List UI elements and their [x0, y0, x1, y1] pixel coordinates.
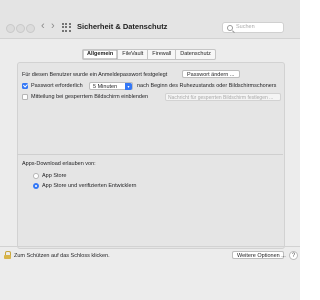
tab-datenschutz[interactable]: Datenschutz — [176, 49, 216, 60]
back-button[interactable]: ‹ — [41, 20, 45, 32]
password-delay-value: 5 Minuten — [93, 84, 118, 90]
require-password-suffix: nach Beginn des Ruhezustands oder Bildsc… — [137, 83, 277, 89]
search-placeholder: Suchen — [236, 24, 255, 30]
help-button[interactable]: ? — [289, 251, 298, 260]
chevron-down-icon: ▾ — [125, 83, 132, 90]
lock-icon[interactable] — [4, 251, 11, 259]
change-password-button[interactable]: Passwort ändern ... — [182, 70, 240, 78]
title-bar: ‹ › Sicherheit & Datenschutz Suchen — [0, 0, 300, 39]
section-divider — [17, 154, 283, 155]
tab-firewall[interactable]: Firewall — [148, 49, 177, 60]
window-title: Sicherheit & Datenschutz — [77, 22, 168, 31]
password-set-label: Für diesen Benutzer wurde ein Anmeldepas… — [22, 72, 168, 78]
footer-divider — [0, 246, 300, 247]
radio-app-store-verified[interactable] — [33, 183, 39, 189]
tab-allgemein[interactable]: Allgemein — [82, 49, 119, 60]
radio-app-store-label: App Store — [42, 173, 67, 179]
radio-app-store-verified-label: App Store und verifizierten Entwicklern — [42, 183, 137, 189]
tab-filevault[interactable]: FileVault — [118, 49, 149, 60]
tab-bar: Allgemein FileVault Firewall Datenschutz — [82, 49, 216, 60]
general-panel — [17, 62, 285, 249]
lock-hint-text: Zum Schützen auf das Schloss klicken. — [14, 253, 110, 259]
advanced-options-button[interactable]: Weitere Optionen ... — [232, 251, 286, 259]
radio-app-store[interactable] — [33, 173, 39, 179]
show-message-label: Mitteilung bei gesperrtem Bildschirm ein… — [31, 94, 149, 100]
search-field[interactable]: Suchen — [222, 22, 284, 33]
set-lock-message-button[interactable]: Nachricht für gesperrten Bildschirm fest… — [165, 93, 281, 101]
preferences-window: ‹ › Sicherheit & Datenschutz Suchen Allg… — [0, 0, 300, 300]
require-password-checkbox[interactable] — [22, 83, 28, 89]
show-message-checkbox[interactable] — [22, 94, 28, 100]
require-password-label: Passwort erforderlich — [31, 83, 83, 89]
close-window-button[interactable] — [6, 24, 15, 33]
search-icon — [227, 25, 233, 31]
apps-download-heading: Apps-Download erlauben von: — [22, 161, 96, 167]
zoom-window-button[interactable] — [26, 24, 35, 33]
password-delay-select[interactable]: 5 Minuten ▾ — [89, 82, 133, 90]
forward-button[interactable]: › — [51, 20, 55, 32]
minimize-window-button[interactable] — [16, 24, 25, 33]
show-all-grid-icon[interactable] — [62, 23, 71, 32]
